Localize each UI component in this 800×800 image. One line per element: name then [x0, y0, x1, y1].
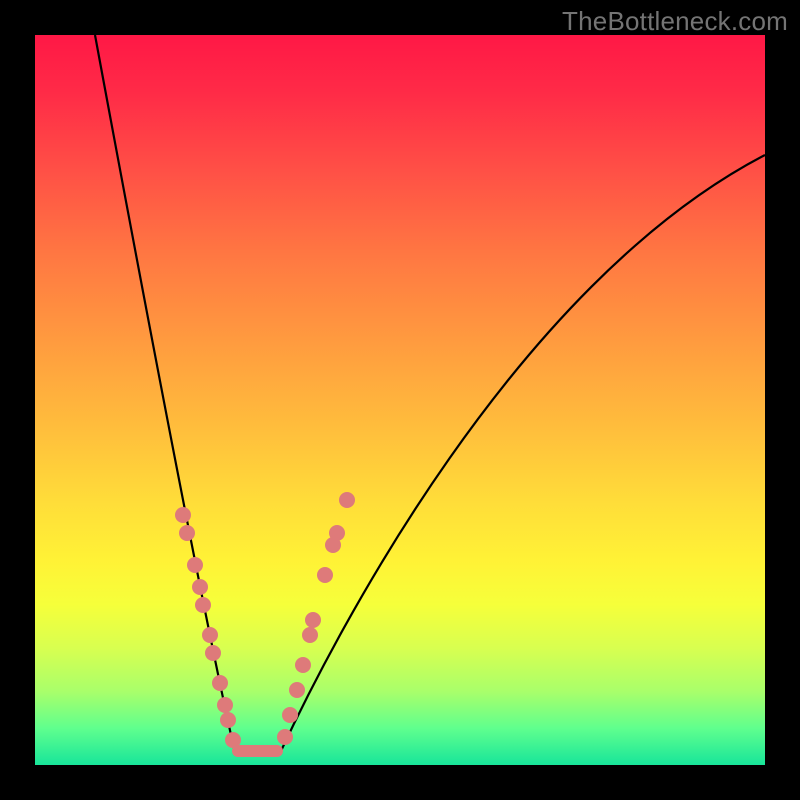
- data-marker: [187, 557, 203, 573]
- data-marker: [175, 507, 191, 523]
- curve-svg: [35, 35, 765, 765]
- data-marker: [277, 729, 293, 745]
- data-marker: [205, 645, 221, 661]
- data-marker: [217, 697, 233, 713]
- data-marker: [317, 567, 333, 583]
- left-marker-group: [175, 507, 241, 748]
- data-marker: [289, 682, 305, 698]
- data-marker: [305, 612, 321, 628]
- data-marker: [339, 492, 355, 508]
- watermark-text: TheBottleneck.com: [562, 6, 788, 37]
- plot-area: [35, 35, 765, 765]
- data-marker: [192, 579, 208, 595]
- data-marker: [282, 707, 298, 723]
- data-marker: [212, 675, 228, 691]
- bottleneck-curve: [95, 35, 765, 753]
- data-marker: [195, 597, 211, 613]
- chart-frame: TheBottleneck.com: [0, 0, 800, 800]
- right-marker-group: [277, 492, 355, 745]
- data-marker: [179, 525, 195, 541]
- data-marker: [329, 525, 345, 541]
- data-marker: [220, 712, 236, 728]
- data-marker: [202, 627, 218, 643]
- data-marker: [302, 627, 318, 643]
- data-marker: [295, 657, 311, 673]
